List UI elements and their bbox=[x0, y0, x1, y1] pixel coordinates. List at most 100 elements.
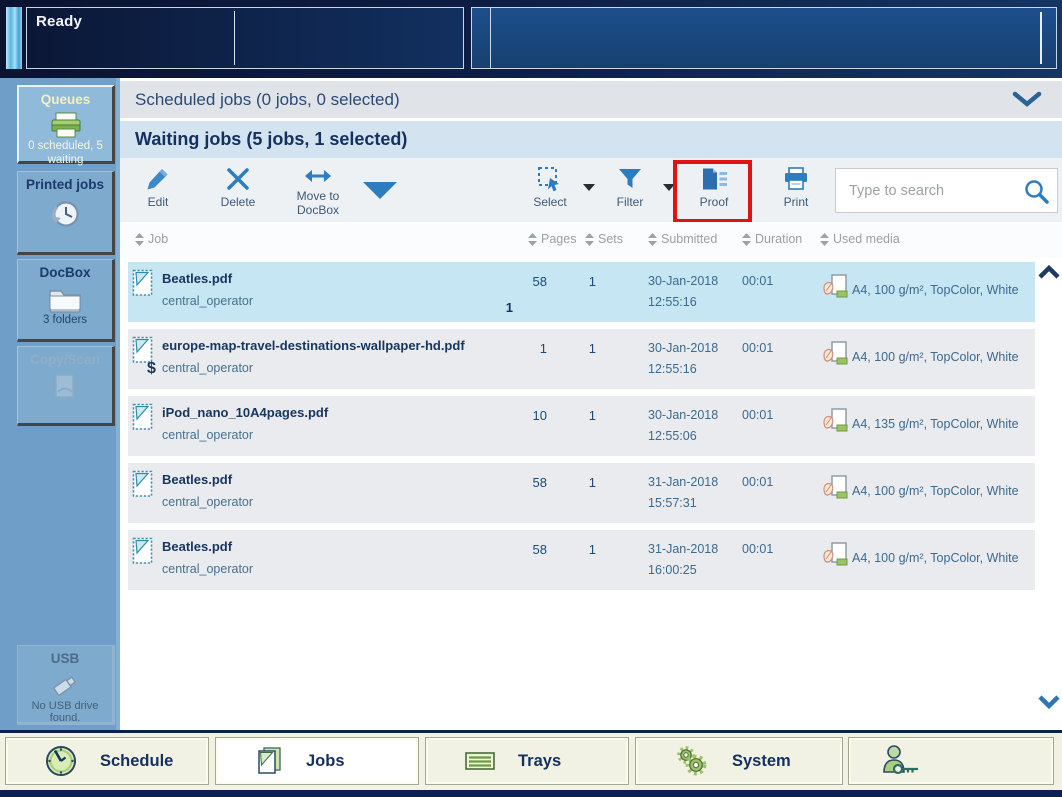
sidebar-item-printed-jobs[interactable]: Printed jobs bbox=[17, 171, 115, 255]
print-button[interactable]: Print bbox=[768, 164, 824, 218]
job-media: A4, 100 g/m², TopColor, White bbox=[852, 484, 1019, 498]
tab-trays[interactable]: Trays bbox=[425, 737, 629, 785]
table-row[interactable]: Beatles.pdf central_operator 58 1 31-Jan… bbox=[128, 530, 1035, 590]
tab-system[interactable]: System bbox=[635, 737, 843, 785]
edit-label: Edit bbox=[147, 195, 169, 209]
table-row[interactable]: Beatles.pdf central_operator 58 1 31-Jan… bbox=[128, 463, 1035, 523]
tab-trays-label: Trays bbox=[518, 751, 562, 770]
jobs-table-header: Job Pages Sets Submitted Duration Used m… bbox=[120, 222, 1062, 258]
copy-scan-label: Copy/Scan bbox=[30, 352, 100, 367]
job-document-icon bbox=[132, 403, 154, 436]
column-header-submitted[interactable]: Submitted bbox=[648, 232, 717, 246]
schedule-panel-marker bbox=[1040, 12, 1042, 64]
filter-dropdown-caret-icon[interactable] bbox=[663, 184, 675, 191]
usb-drive-icon bbox=[18, 670, 112, 700]
job-submitted-date: 31-Jan-2018 bbox=[648, 475, 719, 489]
sidebar-item-copy-scan: Copy/Scan bbox=[17, 346, 115, 426]
bottom-nav: Schedule Jobs Trays System bbox=[0, 730, 1062, 790]
delete-label: Delete bbox=[220, 195, 256, 209]
sidebar: Queues 0 scheduled, 5 waiting Printed jo… bbox=[0, 78, 120, 733]
select-marquee-icon bbox=[537, 164, 563, 194]
job-document-icon bbox=[132, 537, 154, 570]
job-owner: central_operator bbox=[162, 562, 254, 576]
waiting-jobs-header[interactable]: Waiting jobs (5 jobs, 1 selected) bbox=[120, 121, 1062, 158]
column-header-sets[interactable]: Sets bbox=[585, 232, 623, 246]
filter-funnel-icon bbox=[617, 164, 643, 194]
folder-icon bbox=[18, 284, 112, 314]
sort-icon bbox=[820, 232, 829, 246]
sort-icon bbox=[742, 232, 751, 246]
column-header-used-media[interactable]: Used media bbox=[820, 232, 900, 246]
column-header-pages[interactable]: Pages bbox=[528, 232, 576, 246]
scheduled-jobs-header[interactable]: Scheduled jobs (0 jobs, 0 selected) bbox=[120, 81, 1062, 118]
table-row[interactable]: iPod_nano_10A4pages.pdf central_operator… bbox=[128, 396, 1035, 456]
job-owner: central_operator bbox=[162, 294, 254, 308]
job-name: Beatles.pdf bbox=[162, 539, 233, 554]
job-media: A4, 100 g/m², TopColor, White bbox=[852, 283, 1019, 297]
job-duration: 00:01 bbox=[742, 274, 774, 288]
job-sets: 1 bbox=[588, 274, 596, 289]
media-icon bbox=[822, 274, 850, 305]
printer-status-text: Ready bbox=[36, 13, 83, 30]
schedule-clock-icon bbox=[44, 744, 78, 778]
tab-schedule-label: Schedule bbox=[100, 751, 174, 770]
column-header-duration[interactable]: Duration bbox=[742, 232, 802, 246]
chevron-down-icon[interactable] bbox=[1011, 91, 1043, 113]
scheduled-jobs-title: Scheduled jobs (0 jobs, 0 selected) bbox=[135, 90, 400, 109]
delete-button[interactable]: Delete bbox=[210, 164, 266, 218]
job-media: A4, 100 g/m², TopColor, White bbox=[852, 350, 1019, 364]
tab-schedule[interactable]: Schedule bbox=[5, 737, 209, 785]
job-sets: 1 bbox=[588, 475, 596, 490]
edit-pencil-icon bbox=[145, 164, 171, 194]
more-actions-caret-icon[interactable] bbox=[363, 182, 397, 199]
copy-scan-icon bbox=[18, 371, 112, 403]
job-name: iPod_nano_10A4pages.pdf bbox=[162, 405, 329, 420]
job-duration: 00:01 bbox=[742, 542, 774, 556]
status-accent-stripe bbox=[6, 7, 22, 69]
printer-console-screen: Ready Queues 0 scheduled, 5 waiting Prin… bbox=[0, 0, 1062, 797]
delete-x-icon bbox=[225, 164, 251, 194]
job-submitted-date: 30-Jan-2018 bbox=[648, 274, 719, 288]
filter-button[interactable]: Filter bbox=[600, 164, 660, 218]
job-pages: 58 bbox=[532, 542, 547, 557]
job-name: Beatles.pdf bbox=[162, 271, 233, 286]
job-submitted-time: 15:57:31 bbox=[648, 496, 697, 510]
scroll-up-icon[interactable] bbox=[1036, 264, 1062, 285]
proof-button[interactable]: Proof bbox=[682, 164, 746, 218]
column-header-job[interactable]: Job bbox=[135, 232, 168, 246]
move-to-docbox-button[interactable]: Move to DocBox bbox=[288, 164, 348, 218]
job-owner: central_operator bbox=[162, 428, 254, 442]
media-icon bbox=[822, 341, 850, 372]
job-submitted-time: 12:55:16 bbox=[648, 362, 697, 376]
sidebar-item-docbox[interactable]: DocBox 3 folders bbox=[17, 259, 115, 342]
job-submitted-date: 31-Jan-2018 bbox=[648, 542, 719, 556]
select-button[interactable]: Select bbox=[520, 164, 580, 218]
media-icon bbox=[822, 408, 850, 439]
jobs-toolbar: Edit Delete Move to DocBox Select Filter… bbox=[120, 158, 1062, 223]
usb-label: USB bbox=[50, 651, 80, 666]
job-media: A4, 135 g/m², TopColor, White bbox=[852, 417, 1019, 431]
tab-operator-login[interactable] bbox=[848, 737, 1054, 785]
proof-label: Proof bbox=[699, 195, 729, 209]
bottom-edge-strip bbox=[0, 790, 1062, 797]
move-arrows-icon bbox=[304, 164, 332, 188]
job-submitted-time: 12:55:16 bbox=[648, 295, 697, 309]
sort-icon bbox=[585, 232, 594, 246]
edit-button[interactable]: Edit bbox=[130, 164, 186, 218]
job-pages: 1 bbox=[539, 341, 547, 356]
printed-jobs-label: Printed jobs bbox=[25, 177, 104, 192]
table-row[interactable]: $ europe-map-travel-destinations-wallpap… bbox=[128, 329, 1035, 389]
select-dropdown-caret-icon[interactable] bbox=[583, 184, 595, 191]
waiting-jobs-title: Waiting jobs (5 jobs, 1 selected) bbox=[135, 129, 408, 149]
docbox-status: 3 folders bbox=[42, 314, 88, 326]
docbox-label: DocBox bbox=[39, 265, 91, 280]
job-submitted-date: 30-Jan-2018 bbox=[648, 341, 719, 355]
sidebar-item-queues[interactable]: Queues 0 scheduled, 5 waiting bbox=[17, 85, 115, 166]
tab-jobs[interactable]: Jobs bbox=[215, 737, 419, 785]
scroll-down-icon[interactable] bbox=[1036, 694, 1062, 715]
select-label: Select bbox=[533, 195, 567, 209]
job-document-icon bbox=[132, 470, 154, 503]
queues-status: 0 scheduled, 5 waiting bbox=[28, 140, 103, 167]
table-row[interactable]: Beatles.pdf central_operator 58 1 1 30-J… bbox=[128, 262, 1035, 322]
search-icon[interactable] bbox=[1022, 178, 1050, 211]
